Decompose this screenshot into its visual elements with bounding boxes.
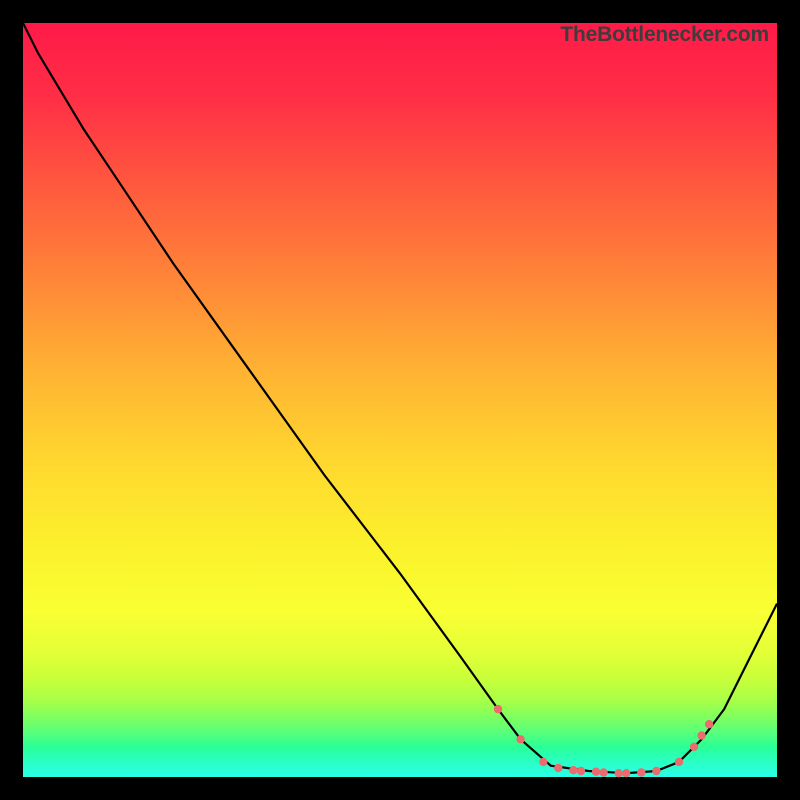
highlight-dot bbox=[599, 768, 607, 776]
highlight-dot bbox=[539, 758, 547, 766]
highlight-dots-group bbox=[494, 705, 714, 778]
plot-area: TheBottleneсker.com bbox=[23, 23, 777, 777]
highlight-dot bbox=[637, 768, 645, 776]
highlight-dot bbox=[577, 767, 585, 775]
highlight-dot bbox=[592, 768, 600, 776]
highlight-dot bbox=[494, 705, 502, 713]
chart-stage: TheBottleneсker.com bbox=[0, 0, 800, 800]
bottleneck-curve bbox=[23, 23, 777, 773]
highlight-dot bbox=[569, 766, 577, 774]
highlight-dot bbox=[554, 764, 562, 772]
highlight-dot bbox=[705, 720, 713, 728]
highlight-dot bbox=[622, 769, 630, 777]
highlight-dot bbox=[516, 735, 524, 743]
highlight-dot bbox=[697, 731, 705, 739]
highlight-dot bbox=[652, 767, 660, 775]
highlight-dot bbox=[675, 758, 683, 766]
highlight-dot bbox=[690, 743, 698, 751]
highlight-dot bbox=[615, 769, 623, 777]
curve-layer bbox=[23, 23, 777, 777]
